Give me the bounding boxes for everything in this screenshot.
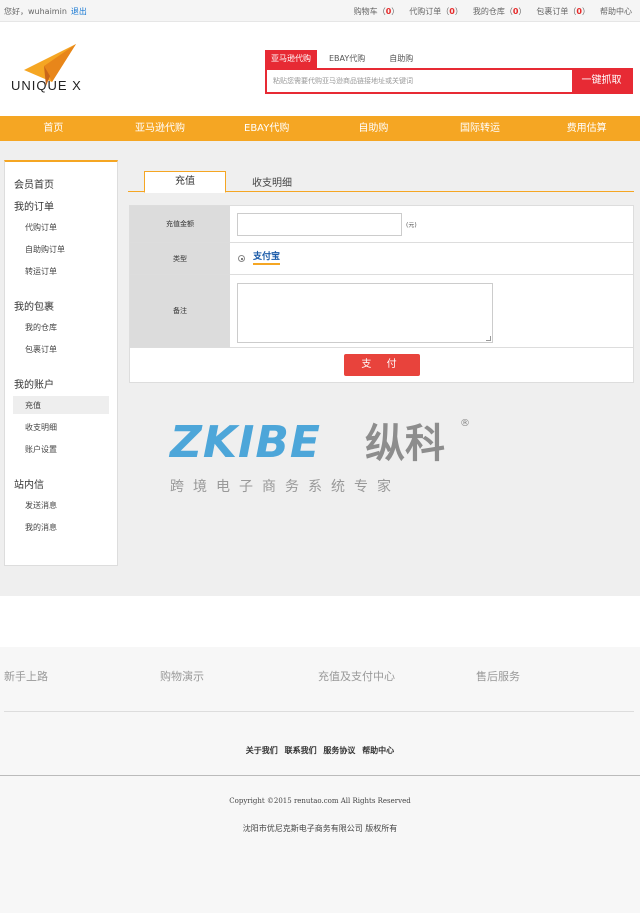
footer-contact-link[interactable]: 联系我们 [285,746,317,755]
sidebar-item-self-orders[interactable]: 自助购订单 [25,244,65,255]
footer-divider-2 [0,775,640,776]
sidebar-packages-title: 我的包裹 [14,302,54,313]
top-links: 购物车（0） 代购订单（0） 我的仓库（0） 包裹订单（0） 帮助中心 [354,6,632,17]
main-nav: 首页 亚马逊代购 EBAY代购 自助购 国际转运 费用估算 [0,116,640,141]
help-center-link[interactable]: 帮助中心 [600,6,632,17]
search-tab-ebay[interactable]: EBAY代购 [323,50,371,68]
type-row: 类型 支付宝 [130,243,633,275]
search-tab-self[interactable]: 自助购 [383,50,419,68]
footer [0,647,640,913]
nav-self-purchase[interactable]: 自助购 [320,116,427,141]
note-textarea[interactable] [237,283,493,343]
footer-about-link[interactable]: 关于我们 [246,746,278,755]
amount-label: 充值金额 [130,206,230,242]
tab-transactions[interactable]: 收支明细 [252,174,292,189]
tab-recharge[interactable]: 充值 [144,171,226,193]
watermark: ZKIBE 纵科 ® 跨境电子商务系统专家 [170,418,480,498]
recharge-form: 充值金额 (元) 类型 支付宝 备注 支 付 [129,205,634,383]
sidebar-item-my-messages[interactable]: 我的消息 [25,522,57,533]
note-label: 备注 [130,275,230,347]
grab-button[interactable]: 一键抓取 [572,70,631,92]
sidebar-item-send-message[interactable]: 发送消息 [25,500,57,511]
nav-cost-estimate[interactable]: 费用估算 [533,116,640,141]
greeting-text: 您好，wuhaimin [4,7,67,16]
package-orders-link[interactable]: 包裹订单（0） [536,6,590,17]
search-tabs: 亚马逊代购 EBAY代购 自助购 [265,50,419,68]
sidebar-messages-title: 站内信 [14,480,44,491]
logo-text: UNIQUE X [11,78,82,93]
content-tabs: 充值 收支明细 [128,170,634,193]
alipay-logo[interactable]: 支付宝 [253,252,281,265]
footer-col-service[interactable]: 售后服务 [476,668,520,684]
registered-icon: ® [460,418,470,429]
cart-count: 0 [385,7,392,16]
purchase-orders-link[interactable]: 代购订单（0） [409,6,463,17]
footer-help-link[interactable]: 帮助中心 [362,746,394,755]
note-row: 备注 [130,275,633,348]
sidebar-account-title: 我的账户 [14,380,54,391]
warehouse-count: 0 [512,7,519,16]
sidebar-item-account-settings[interactable]: 账户设置 [25,444,57,455]
copyright: Copyright ©2015 renutao.com All Rights R… [229,797,411,805]
alipay-radio[interactable] [238,255,245,262]
watermark-brand: ZKIBE [170,417,321,468]
amount-unit: (元) [406,222,417,229]
nav-home[interactable]: 首页 [0,116,107,141]
sidebar-item-package-orders[interactable]: 包裹订单 [25,344,57,355]
package-orders-count: 0 [576,7,582,16]
amount-row: 充值金额 (元) [130,206,633,243]
sidebar-orders-title: 我的订单 [14,202,54,213]
company-name: 沈阳市优尼克斯电子商务有限公司 版权所有 [242,824,398,833]
footer-col-demo[interactable]: 购物演示 [160,668,204,684]
sidebar-member-home[interactable]: 会员首页 [14,176,54,191]
search-tab-amazon[interactable]: 亚马逊代购 [265,50,317,68]
member-sidebar: 会员首页 我的订单 代购订单 自助购订单 转运订单 我的包裹 我的仓库 包裹订单… [4,160,118,566]
amount-input[interactable] [237,213,402,236]
watermark-cn: 纵科 [365,421,445,467]
sidebar-item-recharge[interactable]: 充值 [25,400,41,411]
sidebar-item-purchase-orders[interactable]: 代购订单 [25,222,57,233]
footer-divider [4,711,634,712]
type-label: 类型 [130,243,230,274]
search-input[interactable]: 粘贴您需要代购亚马逊商品链接地址或关键词 [267,70,574,92]
resize-grip-icon[interactable] [486,336,491,341]
logout-link[interactable]: 退出 [71,7,87,16]
greeting: 您好，wuhaimin 退出 [4,6,87,17]
nav-forwarding[interactable]: 国际转运 [427,116,534,141]
cart-link[interactable]: 购物车（0） [354,6,400,17]
watermark-slogan: 跨境电子商务系统专家 [170,479,400,495]
footer-agreement-link[interactable]: 服务协议 [323,746,355,755]
footer-col-payment[interactable]: 充值及支付中心 [318,668,395,684]
footer-links: 关于我们 联系我们 服务协议 帮助中心 [0,745,640,756]
sidebar-item-warehouse[interactable]: 我的仓库 [25,322,57,333]
pay-button[interactable]: 支 付 [344,354,420,376]
footer-col-beginner[interactable]: 新手上路 [4,668,48,684]
purchase-orders-count: 0 [449,7,455,16]
nav-amazon[interactable]: 亚马逊代购 [107,116,214,141]
sidebar-item-forward-orders[interactable]: 转运订单 [25,266,57,277]
sidebar-item-transactions[interactable]: 收支明细 [25,422,57,433]
nav-ebay[interactable]: EBAY代购 [213,116,320,141]
search-box: 粘贴您需要代购亚马逊商品链接地址或关键词 一键抓取 [265,68,633,94]
warehouse-link[interactable]: 我的仓库（0） [473,6,527,17]
